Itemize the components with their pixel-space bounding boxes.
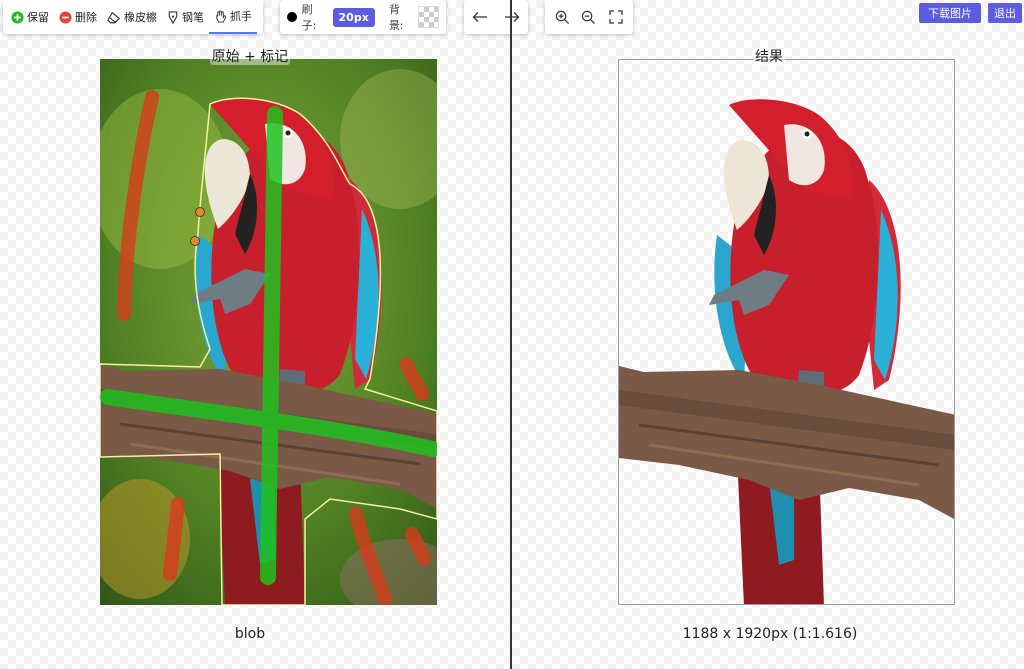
parrot-result (619, 99, 954, 604)
history-toolbar (464, 0, 528, 34)
anchor-point[interactable] (190, 236, 200, 246)
background-swatch[interactable] (417, 6, 439, 28)
grab-tool-label: 抓手 (230, 10, 252, 23)
hand-icon (214, 9, 227, 23)
pen-tool-label: 钢笔 (182, 11, 204, 24)
eraser-tool[interactable]: 橡皮檫 (102, 0, 162, 34)
background-label: 背景: (388, 3, 404, 32)
plus-circle-icon (11, 10, 24, 24)
original-title-text: 原始 + 标记 (209, 49, 291, 65)
original-caption: blob (234, 626, 266, 642)
grab-tool[interactable]: 抓手 (209, 0, 257, 34)
zoom-in-icon[interactable] (549, 4, 575, 30)
eraser-tool-label: 橡皮檫 (124, 11, 157, 24)
pen-nib-icon (167, 10, 179, 24)
pen-tool[interactable]: 钢笔 (162, 0, 209, 34)
result-title: 结果 (669, 46, 869, 66)
redo-arrow-icon[interactable] (499, 4, 525, 30)
eraser-icon (107, 11, 121, 24)
result-canvas[interactable] (618, 59, 955, 605)
zoom-toolbar (545, 0, 633, 34)
fullscreen-icon[interactable] (603, 4, 629, 30)
delete-tool[interactable]: 删除 (54, 0, 102, 34)
result-caption: 1188 x 1920px (1:1.616) (682, 626, 858, 642)
minus-circle-icon (59, 10, 72, 24)
original-title: 原始 + 标记 (150, 46, 350, 66)
keep-tool-label: 保留 (27, 11, 49, 24)
brush-toolbar: 刷子: 20px 背景: (280, 0, 446, 34)
exit-button[interactable]: 退出 (988, 3, 1022, 23)
result-image (619, 99, 954, 604)
download-image-button[interactable]: 下载图片 (919, 3, 981, 23)
result-title-text: 结果 (753, 49, 785, 65)
delete-tool-label: 删除 (75, 11, 97, 24)
keep-tool[interactable]: 保留 (6, 0, 54, 34)
original-canvas[interactable] (100, 59, 437, 605)
brush-color-dot[interactable] (287, 12, 297, 22)
zoom-out-icon[interactable] (576, 4, 602, 30)
undo-arrow-icon[interactable] (467, 4, 493, 30)
brush-label: 刷子: (301, 3, 317, 32)
anchor-point[interactable] (195, 207, 205, 217)
panel-divider[interactable] (510, 0, 512, 669)
original-image (100, 59, 437, 605)
brush-size-button[interactable]: 20px (332, 7, 375, 27)
tools-toolbar: 保留 删除 橡皮檫 钢笔 抓手 (3, 0, 263, 34)
